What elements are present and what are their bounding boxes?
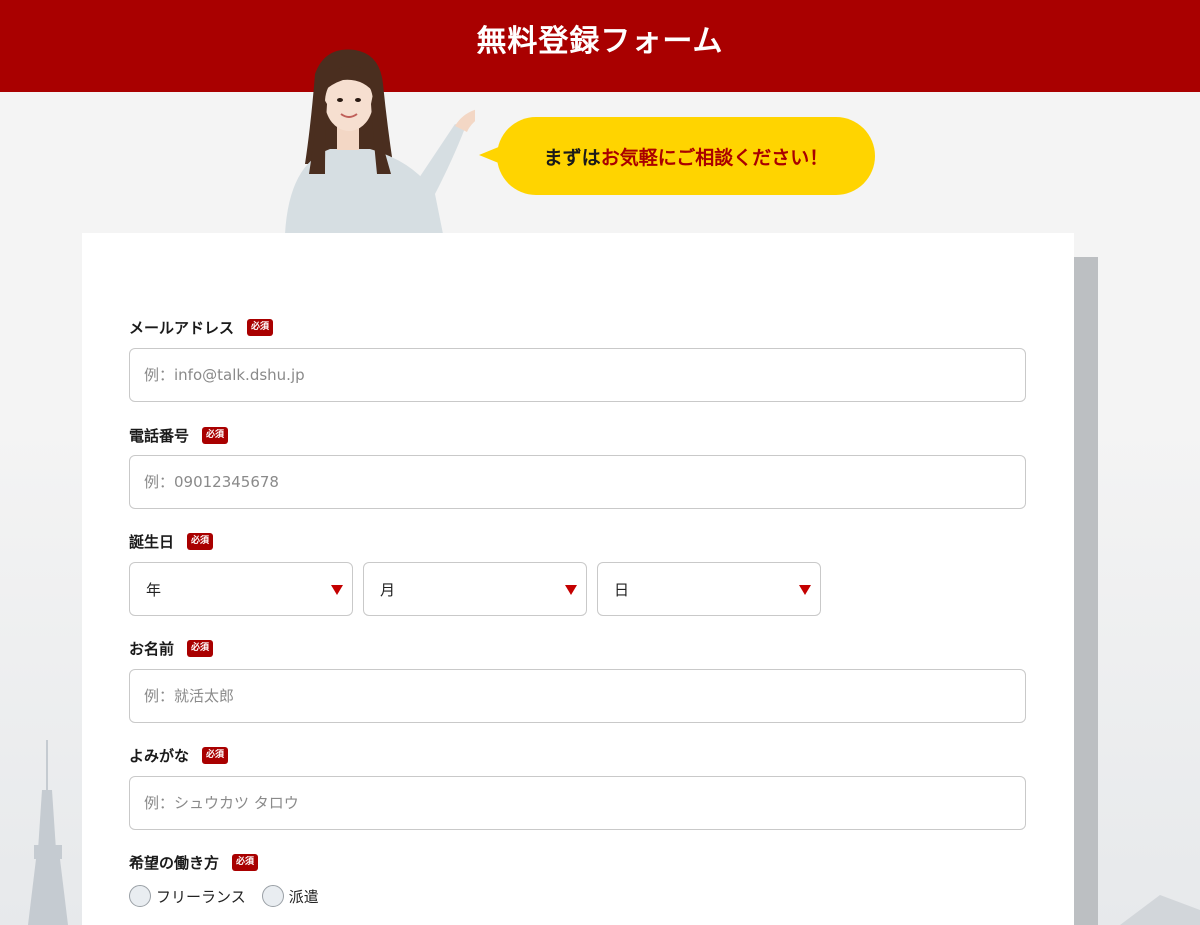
name-label: お名前 必須 <box>129 637 214 659</box>
workstyle-label: 希望の働き方 必須 <box>129 851 259 873</box>
tower-silhouette-icon <box>28 740 68 925</box>
required-badge: 必須 <box>187 532 214 550</box>
required-badge: 必須 <box>202 746 229 764</box>
required-badge: 必須 <box>247 318 274 336</box>
speech-bubble: まずは お気軽にご相談ください！ <box>497 117 875 195</box>
birthday-month-select[interactable]: 月 <box>363 562 587 616</box>
card-shadow <box>1074 257 1098 925</box>
birthday-day-select[interactable]: 日 <box>597 562 821 616</box>
caret-down-icon <box>331 585 343 595</box>
year-select-value: 年 <box>146 580 162 599</box>
email-input[interactable] <box>129 348 1026 402</box>
radio-circle[interactable] <box>261 885 284 907</box>
kana-input[interactable] <box>129 776 1026 830</box>
required-badge: 必須 <box>202 426 229 444</box>
caret-down-icon <box>799 585 811 595</box>
bubble-text-prefix: まずは <box>543 146 601 169</box>
building-silhouette-icon <box>1120 895 1200 925</box>
caret-down-icon <box>565 585 577 595</box>
workstyle-radio-group: フリーランス 派遣 <box>129 885 335 907</box>
kana-label-text: よみがな <box>129 746 190 765</box>
birthday-label: 誕生日 必須 <box>129 530 214 552</box>
workstyle-label-text: 希望の働き方 <box>129 853 220 872</box>
phone-label: 電話番号 必須 <box>129 424 229 446</box>
page-header: 無料登録フォーム <box>0 0 1200 92</box>
radio-freelance[interactable]: フリーランス <box>129 885 246 907</box>
month-select-value: 月 <box>380 580 396 599</box>
birthday-year-select[interactable]: 年 <box>129 562 353 616</box>
email-label-text: メールアドレス <box>129 318 235 337</box>
radio-circle[interactable] <box>129 885 151 907</box>
email-label: メールアドレス 必須 <box>129 316 274 338</box>
day-select-value: 日 <box>614 580 630 599</box>
name-input[interactable] <box>129 669 1026 723</box>
birthday-label-text: 誕生日 <box>129 532 175 551</box>
bubble-text-highlight: お気軽にご相談ください！ <box>600 146 829 169</box>
name-label-text: お名前 <box>129 639 175 658</box>
consultant-illustration <box>285 49 475 234</box>
page-title: 無料登録フォーム <box>476 24 724 59</box>
required-badge: 必須 <box>187 639 214 657</box>
kana-label: よみがな 必須 <box>129 744 229 766</box>
radio-dispatch-label: 派遣 <box>288 887 319 906</box>
required-badge: 必須 <box>232 853 259 871</box>
phone-label-text: 電話番号 <box>129 426 190 445</box>
phone-input[interactable] <box>129 455 1026 509</box>
radio-dispatch[interactable]: 派遣 <box>261 885 319 907</box>
radio-freelance-label: フリーランス <box>156 887 246 906</box>
